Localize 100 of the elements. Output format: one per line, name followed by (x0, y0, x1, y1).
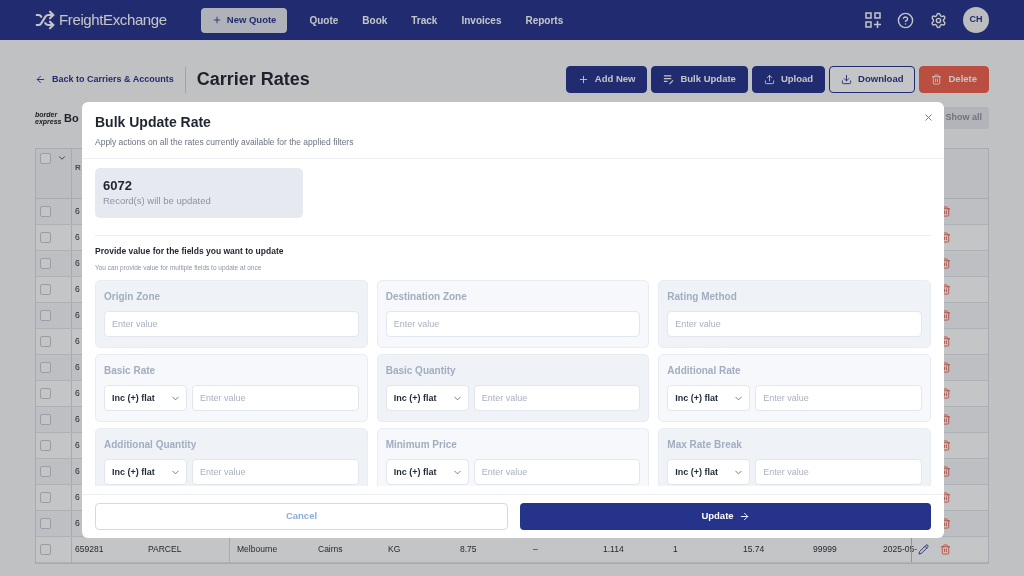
table-cell: 8.75 (460, 543, 477, 556)
checkbox[interactable] (40, 206, 51, 217)
value-input[interactable]: Enter value (104, 311, 359, 338)
operator-select[interactable]: Inc (+) flat (104, 459, 187, 486)
field-label: Origin Zone (104, 290, 162, 305)
checkbox[interactable] (40, 232, 51, 243)
grid-plus-icon[interactable] (865, 12, 881, 28)
table-cell: 6 (75, 413, 80, 426)
field-label: Basic Quantity (385, 364, 457, 379)
nav-link[interactable]: Reports (525, 12, 564, 28)
arrow-right-icon (738, 511, 750, 522)
field-label: Additional Rate (667, 364, 742, 379)
field-label: Additional Quantity (104, 438, 198, 453)
value-input[interactable]: Enter value (667, 311, 922, 338)
download-button[interactable]: Download (829, 66, 916, 93)
checkbox[interactable] (40, 466, 51, 477)
table-cell: 1.114 (603, 543, 624, 556)
table-cell: 6 (75, 387, 80, 400)
table-cell: KG (388, 543, 401, 556)
record-count: 6072 (103, 177, 133, 193)
field-label: Minimum Price (385, 438, 458, 453)
checkbox[interactable] (40, 518, 51, 529)
table-cell: 6 (75, 465, 80, 478)
trash-icon[interactable] (940, 544, 951, 555)
table-cell: 2025-05- (883, 543, 918, 556)
field-label: Basic Rate (104, 364, 157, 379)
checkbox[interactable] (40, 310, 51, 321)
nav-link[interactable]: Quote (309, 12, 339, 28)
checkbox[interactable] (40, 336, 51, 347)
nav-link[interactable]: Track (411, 12, 438, 28)
update-button[interactable]: Update (520, 503, 931, 530)
checkbox[interactable] (40, 492, 51, 503)
checkbox[interactable] (40, 153, 51, 164)
upload-button[interactable]: Upload (751, 66, 826, 93)
plus-icon (577, 74, 589, 85)
field-label: Destination Zone (385, 290, 468, 305)
checkbox[interactable] (40, 258, 51, 269)
arrow-left-icon (35, 74, 46, 85)
table-cell: Melbourne (237, 543, 278, 556)
record-count-label: Record(s) will be updated (103, 193, 212, 208)
operator-select[interactable]: Inc (+) flat (667, 385, 751, 412)
value-input[interactable]: Enter value (755, 385, 922, 412)
table-cell: 6 (75, 491, 80, 504)
value-input[interactable]: Enter value (385, 311, 641, 338)
table-cell: 99999 (813, 543, 837, 556)
value-input[interactable]: Enter value (473, 459, 641, 486)
field-label: Max Rate Break (667, 438, 743, 453)
settings-icon[interactable] (930, 11, 947, 29)
plus-icon (211, 15, 222, 25)
bulk-button[interactable]: Bulk Update (651, 66, 748, 93)
table-cell: 6 (75, 205, 80, 218)
nav-link[interactable]: Book (362, 12, 388, 28)
logo-icon (35, 10, 55, 30)
user-avatar[interactable]: CH (963, 7, 989, 33)
field-label: Rating Method (667, 290, 738, 305)
table-cell: 6 (75, 257, 80, 270)
operator-select[interactable]: Inc (+) flat (667, 459, 751, 486)
table-cell: – (533, 543, 538, 556)
checkbox[interactable] (40, 414, 51, 425)
value-input[interactable]: Enter value (473, 385, 641, 412)
table-cell: 6 (75, 517, 80, 530)
table-cell: 15.74 (743, 543, 765, 556)
edit-icon[interactable] (918, 544, 929, 555)
operator-select[interactable]: Inc (+) flat (385, 459, 469, 486)
close-icon[interactable] (923, 112, 934, 123)
add-button[interactable]: Add New (565, 66, 648, 93)
help-icon[interactable] (897, 11, 914, 29)
column-header: R (75, 163, 81, 172)
table-cell: Cairns (318, 543, 343, 556)
checkbox[interactable] (40, 388, 51, 399)
edit-list-icon (663, 74, 675, 85)
table-cell: 6 (75, 231, 80, 244)
checkbox[interactable] (40, 284, 51, 295)
checkbox[interactable] (40, 362, 51, 373)
operator-select[interactable]: Inc (+) flat (104, 385, 187, 412)
table-cell: 1 (673, 543, 678, 556)
checkbox[interactable] (40, 544, 51, 555)
upload-icon (763, 74, 775, 85)
operator-select[interactable]: Inc (+) flat (385, 385, 469, 412)
page-title: Carrier Rates (196, 68, 310, 91)
section-title: Provide value for the fields you want to update (95, 244, 285, 258)
trash-icon (931, 74, 943, 85)
dialog-subtitle: Apply actions on all the rates currently available for the applied filters (95, 136, 355, 149)
download-icon (841, 74, 853, 85)
table-cell: 6 (75, 309, 80, 322)
nav-link[interactable]: Invoices (461, 12, 502, 28)
dialog-title: Bulk Update Rate (95, 113, 211, 132)
carrier-name: Bo (64, 110, 79, 126)
table-cell: 6 (75, 439, 80, 452)
value-input[interactable]: Enter value (192, 459, 359, 486)
table-cell: 6 (75, 283, 80, 296)
new-quote-button[interactable]: New Quote (200, 7, 288, 33)
table-cell: PARCEL (148, 543, 182, 556)
chevron-down-icon[interactable] (57, 153, 67, 163)
table-cell: 659281 (75, 543, 104, 556)
back-link[interactable]: Back to Carriers & Accounts (35, 72, 174, 87)
checkbox[interactable] (40, 440, 51, 451)
value-input[interactable]: Enter value (192, 385, 359, 412)
value-input[interactable]: Enter value (755, 459, 922, 486)
table-cell: 6 (75, 361, 80, 374)
